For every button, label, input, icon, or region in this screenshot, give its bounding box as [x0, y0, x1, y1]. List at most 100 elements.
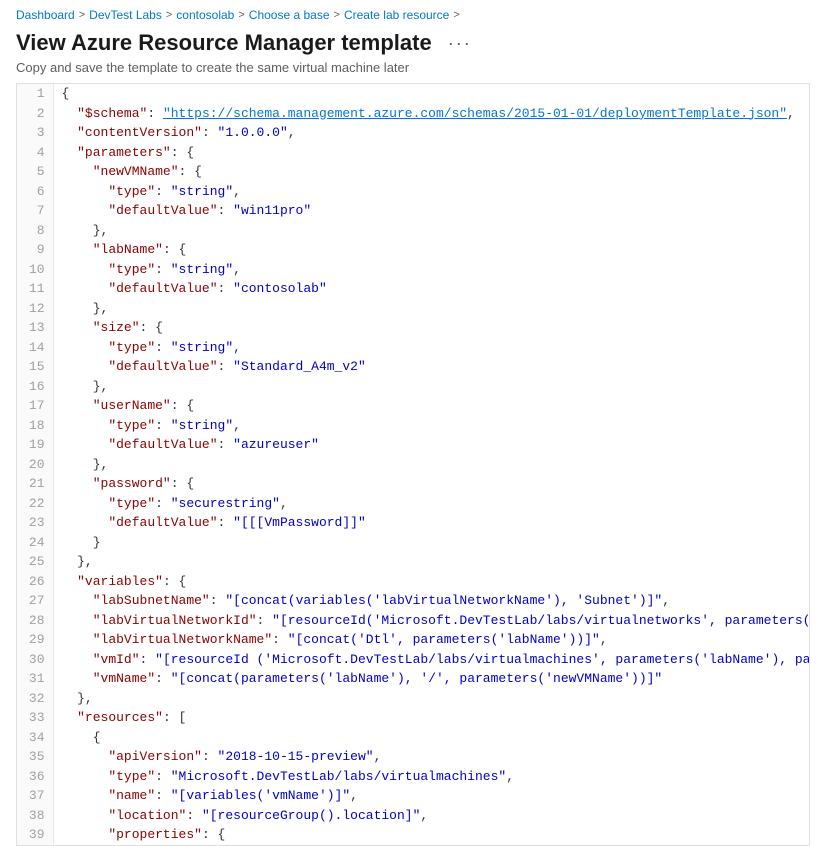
table-row: 1{ — [17, 84, 810, 104]
line-number: 15 — [17, 357, 53, 377]
line-number: 24 — [17, 533, 53, 553]
table-row: 3 "contentVersion": "1.0.0.0", — [17, 123, 810, 143]
line-number: 22 — [17, 494, 53, 514]
table-row: 9 "labName": { — [17, 240, 810, 260]
line-number: 28 — [17, 611, 53, 631]
line-content: "size": { — [53, 318, 810, 338]
table-row: 39 "properties": { — [17, 825, 810, 845]
more-options-button[interactable]: ··· — [442, 31, 478, 56]
table-row: 30 "vmId": "[resourceId ('Microsoft.DevT… — [17, 650, 810, 670]
breadcrumb-sep-5: > — [453, 9, 459, 21]
line-content: "properties": { — [53, 825, 810, 845]
line-number: 11 — [17, 279, 53, 299]
line-number: 35 — [17, 747, 53, 767]
table-row: 14 "type": "string", — [17, 338, 810, 358]
table-row: 12 }, — [17, 299, 810, 319]
line-number: 10 — [17, 260, 53, 280]
table-row: 32 }, — [17, 689, 810, 709]
table-row: 13 "size": { — [17, 318, 810, 338]
breadcrumb-choose-base[interactable]: Choose a base — [249, 8, 330, 22]
line-number: 8 — [17, 221, 53, 241]
line-content: "type": "string", — [53, 182, 810, 202]
table-row: 34 { — [17, 728, 810, 748]
line-number: 32 — [17, 689, 53, 709]
line-number: 33 — [17, 708, 53, 728]
breadcrumb-contosolab[interactable]: contosolab — [176, 8, 234, 22]
line-number: 25 — [17, 552, 53, 572]
table-row: 33 "resources": [ — [17, 708, 810, 728]
table-row: 5 "newVMName": { — [17, 162, 810, 182]
table-row: 19 "defaultValue": "azureuser" — [17, 435, 810, 455]
table-row: 24 } — [17, 533, 810, 553]
table-row: 17 "userName": { — [17, 396, 810, 416]
line-number: 6 — [17, 182, 53, 202]
line-content: "vmName": "[concat(parameters('labName')… — [53, 669, 810, 689]
table-row: 27 "labSubnetName": "[concat(variables('… — [17, 591, 810, 611]
line-content: "$schema": "https://schema.management.az… — [53, 104, 810, 124]
page-title: View Azure Resource Manager template — [16, 30, 432, 56]
line-content: "type": "string", — [53, 338, 810, 358]
table-row: 26 "variables": { — [17, 572, 810, 592]
breadcrumb-create-lab[interactable]: Create lab resource — [344, 8, 449, 22]
line-content: "defaultValue": "Standard_A4m_v2" — [53, 357, 810, 377]
breadcrumb-sep-1: > — [79, 9, 85, 21]
line-content: "defaultValue": "azureuser" — [53, 435, 810, 455]
line-number: 3 — [17, 123, 53, 143]
line-number: 29 — [17, 630, 53, 650]
table-row: 25 }, — [17, 552, 810, 572]
line-number: 21 — [17, 474, 53, 494]
line-content: }, — [53, 455, 810, 475]
line-number: 7 — [17, 201, 53, 221]
line-number: 37 — [17, 786, 53, 806]
table-row: 22 "type": "securestring", — [17, 494, 810, 514]
breadcrumb-sep-4: > — [334, 9, 340, 21]
line-number: 26 — [17, 572, 53, 592]
breadcrumb-devtestlabs[interactable]: DevTest Labs — [89, 8, 162, 22]
line-content: "password": { — [53, 474, 810, 494]
line-number: 30 — [17, 650, 53, 670]
line-number: 27 — [17, 591, 53, 611]
line-number: 34 — [17, 728, 53, 748]
table-row: 31 "vmName": "[concat(parameters('labNam… — [17, 669, 810, 689]
line-content: "type": "string", — [53, 260, 810, 280]
line-number: 19 — [17, 435, 53, 455]
breadcrumb: Dashboard > DevTest Labs > contosolab > … — [0, 0, 826, 26]
line-content: }, — [53, 689, 810, 709]
line-number: 9 — [17, 240, 53, 260]
line-content: }, — [53, 221, 810, 241]
line-content: "variables": { — [53, 572, 810, 592]
table-row: 10 "type": "string", — [17, 260, 810, 280]
line-number: 14 — [17, 338, 53, 358]
line-content: "defaultValue": "contosolab" — [53, 279, 810, 299]
line-content: "defaultValue": "[[[VmPassword]]" — [53, 513, 810, 533]
line-content: }, — [53, 552, 810, 572]
line-number: 4 — [17, 143, 53, 163]
line-content: "contentVersion": "1.0.0.0", — [53, 123, 810, 143]
table-row: 23 "defaultValue": "[[[VmPassword]]" — [17, 513, 810, 533]
breadcrumb-sep-2: > — [166, 9, 172, 21]
code-table: 1{2 "$schema": "https://schema.managemen… — [17, 84, 810, 845]
line-content: "type": "Microsoft.DevTestLab/labs/virtu… — [53, 767, 810, 787]
line-number: 2 — [17, 104, 53, 124]
line-content: "labSubnetName": "[concat(variables('lab… — [53, 591, 810, 611]
line-content: "apiVersion": "2018-10-15-preview", — [53, 747, 810, 767]
line-content: "resources": [ — [53, 708, 810, 728]
table-row: 16 }, — [17, 377, 810, 397]
breadcrumb-sep-3: > — [238, 9, 244, 21]
line-content: "location": "[resourceGroup().location]"… — [53, 806, 810, 826]
table-row: 28 "labVirtualNetworkId": "[resourceId('… — [17, 611, 810, 631]
line-number: 23 — [17, 513, 53, 533]
line-content: "defaultValue": "win11pro" — [53, 201, 810, 221]
line-content: "parameters": { — [53, 143, 810, 163]
table-row: 8 }, — [17, 221, 810, 241]
line-content: "userName": { — [53, 396, 810, 416]
line-number: 16 — [17, 377, 53, 397]
table-row: 21 "password": { — [17, 474, 810, 494]
line-content: "labVirtualNetworkId": "[resourceId('Mic… — [53, 611, 810, 631]
line-number: 13 — [17, 318, 53, 338]
line-content: }, — [53, 377, 810, 397]
line-number: 20 — [17, 455, 53, 475]
table-row: 37 "name": "[variables('vmName')]", — [17, 786, 810, 806]
breadcrumb-dashboard[interactable]: Dashboard — [16, 8, 75, 22]
page-header: View Azure Resource Manager template ··· — [0, 26, 826, 58]
